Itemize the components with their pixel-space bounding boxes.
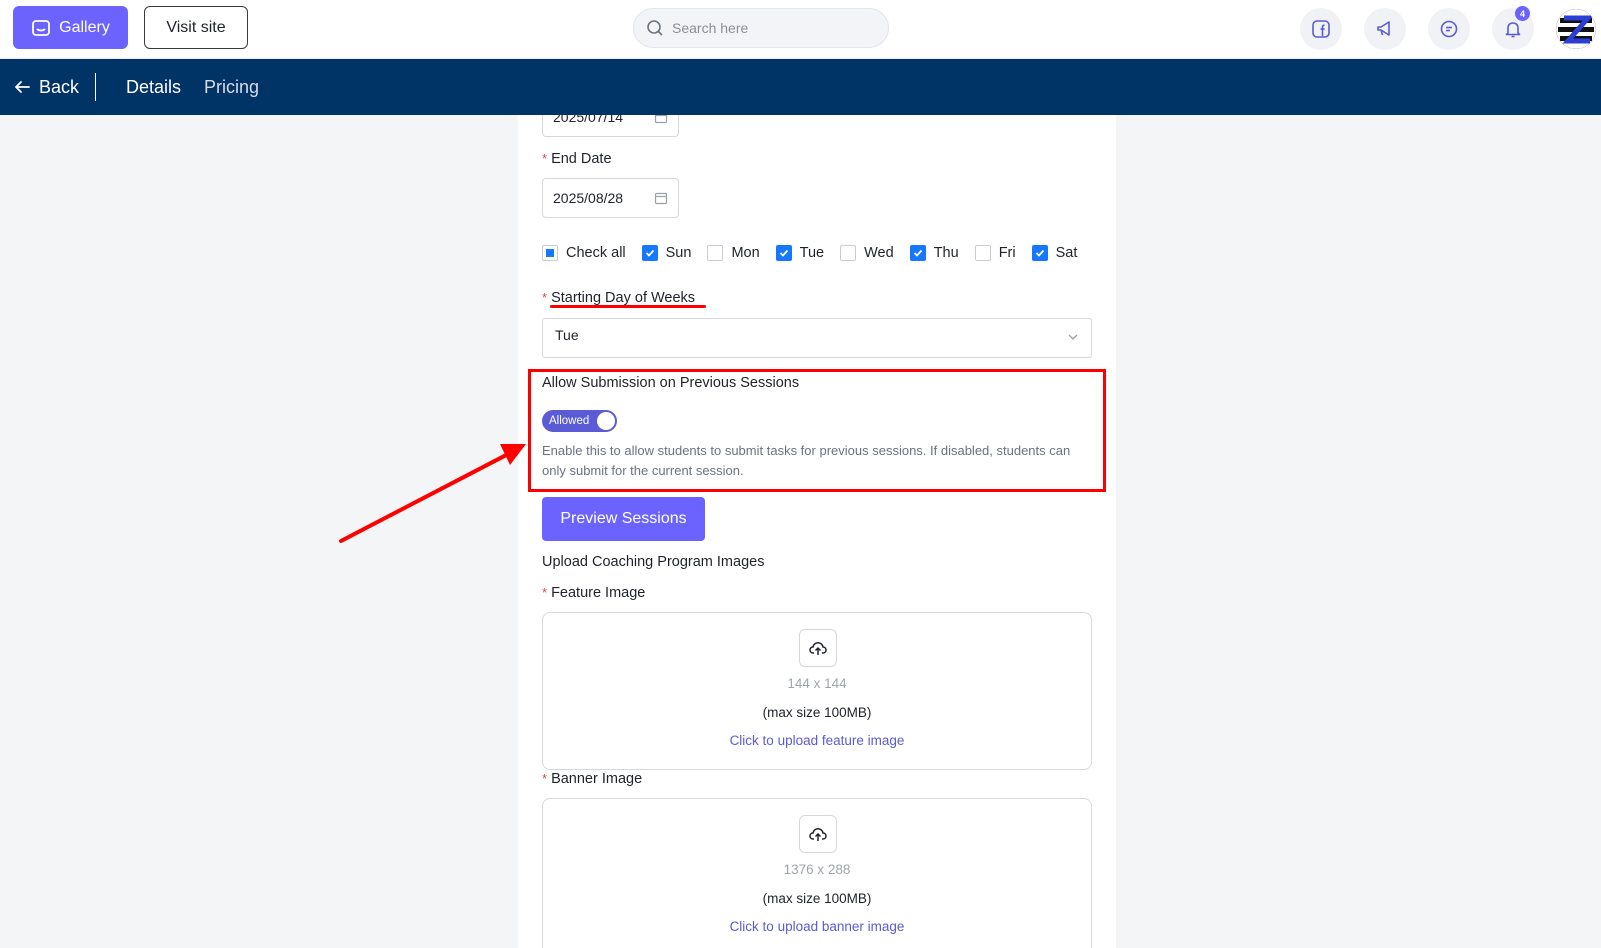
start-date-input[interactable]: 2025/07/14 bbox=[542, 115, 679, 137]
day-checkbox-sun[interactable]: Sun bbox=[641, 245, 691, 261]
check-icon bbox=[913, 249, 922, 257]
announcement-button[interactable] bbox=[1364, 8, 1406, 50]
start-date-value: 2025/07/14 bbox=[553, 115, 624, 125]
avatar[interactable] bbox=[1556, 9, 1596, 49]
notifications-button[interactable]: 4 bbox=[1492, 6, 1534, 50]
checkbox-checked[interactable] bbox=[909, 245, 926, 261]
feature-image-dimensions: 144 x 144 bbox=[787, 676, 847, 691]
banner-image-dropzone[interactable]: 1376 x 288 (max size 100MB) Click to upl… bbox=[542, 798, 1092, 948]
form-panel: 2025/07/14 * End Date 2025/08/28 Check al… bbox=[518, 115, 1116, 948]
upload-section-title: Upload Coaching Program Images bbox=[542, 554, 765, 570]
checkbox-checked[interactable] bbox=[1031, 245, 1048, 261]
search-icon bbox=[647, 20, 663, 36]
checkbox-unchecked[interactable] bbox=[840, 245, 857, 261]
calendar-icon bbox=[654, 192, 668, 205]
check-all-checkbox[interactable]: Check all bbox=[542, 245, 626, 261]
bell-icon bbox=[1505, 22, 1521, 38]
starting-day-select[interactable]: Tue bbox=[542, 318, 1092, 358]
check-icon bbox=[1035, 249, 1044, 257]
preview-sessions-button[interactable]: Preview Sessions bbox=[542, 497, 705, 541]
annotation-highlight-box bbox=[528, 369, 1106, 492]
weekday-checkboxes: Check all Sun Mon Tue Wed Thu Fri Sat bbox=[542, 245, 1093, 261]
banner-image-dimensions: 1376 x 288 bbox=[783, 862, 851, 877]
gallery-label: Gallery bbox=[59, 18, 110, 36]
banner-image-max-size: (max size 100MB) bbox=[762, 891, 872, 906]
cloud-upload-icon bbox=[809, 642, 827, 655]
feature-image-dropzone[interactable]: 144 x 144 (max size 100MB) Click to uplo… bbox=[542, 612, 1092, 770]
search-bar[interactable] bbox=[633, 8, 889, 48]
annotation-underline bbox=[550, 305, 706, 308]
starting-day-label: * Starting Day of Weeks bbox=[542, 290, 696, 306]
chat-icon bbox=[1440, 20, 1458, 38]
tab-pricing[interactable]: Pricing bbox=[204, 59, 259, 115]
end-date-value: 2025/08/28 bbox=[553, 190, 624, 206]
end-date-label: * End Date bbox=[542, 151, 612, 167]
day-checkbox-mon[interactable]: Mon bbox=[707, 245, 760, 261]
day-checkbox-tue[interactable]: Tue bbox=[775, 245, 824, 261]
gallery-icon bbox=[32, 19, 51, 36]
starting-day-value: Tue bbox=[555, 327, 579, 343]
feature-image-max-size: (max size 100MB) bbox=[762, 705, 872, 720]
upload-icon-box bbox=[799, 629, 837, 667]
day-checkbox-sat[interactable]: Sat bbox=[1031, 245, 1077, 261]
end-date-input[interactable]: 2025/08/28 bbox=[542, 178, 679, 218]
search-input[interactable] bbox=[672, 20, 862, 36]
visit-site-button[interactable]: Visit site bbox=[144, 6, 248, 49]
tab-details[interactable]: Details bbox=[126, 59, 181, 115]
day-checkbox-wed[interactable]: Wed bbox=[840, 245, 894, 261]
checkbox-unchecked[interactable] bbox=[974, 245, 991, 261]
logo-icon bbox=[1556, 9, 1596, 49]
nav-divider bbox=[95, 73, 96, 101]
checkbox-unchecked[interactable] bbox=[707, 245, 724, 261]
back-button[interactable]: Back bbox=[13, 59, 79, 115]
cloud-upload-icon bbox=[809, 828, 827, 841]
chat-button[interactable] bbox=[1428, 8, 1470, 50]
day-checkbox-thu[interactable]: Thu bbox=[909, 245, 959, 261]
upload-icon-box bbox=[799, 815, 837, 853]
notification-badge: 4 bbox=[1515, 6, 1530, 21]
check-icon bbox=[779, 249, 788, 257]
feature-image-upload-link[interactable]: Click to upload feature image bbox=[543, 733, 1091, 748]
banner-image-upload-link[interactable]: Click to upload banner image bbox=[543, 919, 1091, 934]
feature-image-label: * Feature Image bbox=[542, 585, 646, 601]
check-icon bbox=[645, 249, 654, 257]
nav-bar: Back Details Pricing bbox=[0, 59, 1601, 115]
calendar-icon bbox=[654, 115, 668, 124]
facebook-button[interactable] bbox=[1300, 8, 1342, 50]
checkbox-checked[interactable] bbox=[775, 245, 792, 261]
megaphone-icon bbox=[1377, 21, 1390, 36]
arrow-left-icon bbox=[15, 81, 30, 93]
back-label: Back bbox=[39, 76, 80, 97]
day-checkbox-fri[interactable]: Fri bbox=[974, 245, 1016, 261]
chevron-down-icon bbox=[1068, 334, 1078, 340]
top-bar: Gallery Visit site 4 bbox=[0, 0, 1601, 59]
checkbox-indeterminate[interactable] bbox=[542, 245, 558, 261]
banner-image-label: * Banner Image bbox=[542, 771, 643, 787]
checkbox-checked[interactable] bbox=[641, 245, 658, 261]
facebook-icon bbox=[1312, 20, 1330, 38]
gallery-button[interactable]: Gallery bbox=[13, 6, 128, 49]
